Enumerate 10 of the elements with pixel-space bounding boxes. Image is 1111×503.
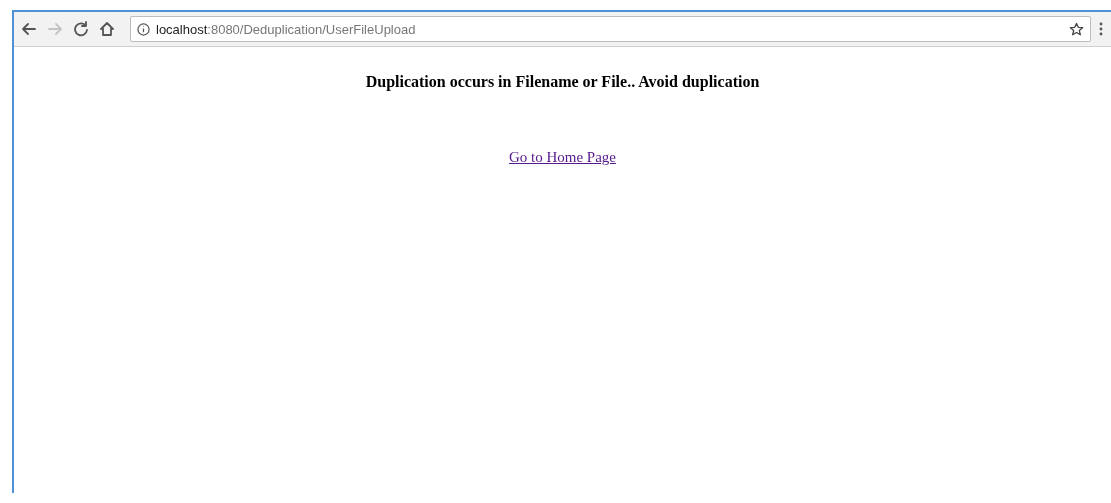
address-bar[interactable]: localhost:8080/Deduplication/UserFileUpload (130, 16, 1091, 42)
back-icon[interactable] (21, 21, 37, 37)
menu-icon[interactable] (1099, 22, 1103, 36)
url-text: localhost:8080/Deduplication/UserFileUpload (156, 21, 416, 37)
home-page-link[interactable]: Go to Home Page (508, 149, 617, 166)
home-icon[interactable] (99, 21, 115, 37)
page-heading: Duplication occurs in Filename or File.. Avoid duplication (365, 73, 760, 91)
info-icon (137, 22, 150, 36)
star-icon[interactable] (1069, 21, 1084, 37)
reload-icon[interactable] (73, 21, 89, 37)
